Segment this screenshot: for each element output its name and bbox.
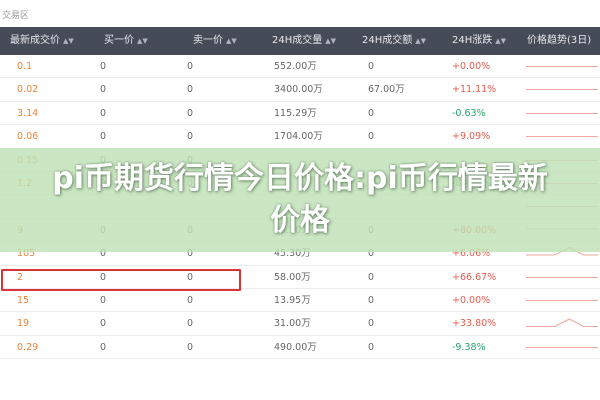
col-label: 价格趋势(3日) bbox=[527, 35, 592, 46]
table-row[interactable]: 0.06 0 0 1704.00万 0 +9.09% bbox=[0, 125, 600, 149]
cell-latest-price: 3.14 bbox=[17, 107, 39, 119]
price-trend-sparkline bbox=[526, 112, 598, 114]
col-label: 24H成交量 bbox=[272, 35, 323, 46]
cell-latest-price: 0.1 bbox=[17, 61, 33, 72]
price-trend-sparkline bbox=[526, 299, 598, 301]
title-banner: pi币期货行情今日价格:pi币行情最新价格 bbox=[0, 148, 600, 252]
cell-ask-price: 0 bbox=[187, 107, 194, 119]
zone-title: 交易区 bbox=[2, 11, 30, 21]
cell-24h-volume: 31.00万 bbox=[274, 318, 311, 330]
col-bid-price[interactable]: 买一价 ▲▼ bbox=[104, 27, 148, 55]
cell-24h-volume: 3400.00万 bbox=[274, 84, 323, 96]
cell-24h-amount: 0 bbox=[368, 61, 375, 72]
table-row[interactable]: 0.02 0 0 3400.00万 67.00万 +11.11% bbox=[0, 78, 600, 102]
cell-24h-volume: 115.29万 bbox=[274, 107, 317, 119]
cell-24h-change: -0.63% bbox=[452, 107, 486, 119]
col-24h-volume[interactable]: 24H成交量 ▲▼ bbox=[272, 27, 336, 55]
cell-latest-price: 15 bbox=[17, 294, 30, 306]
cell-24h-change: +66.67% bbox=[452, 271, 497, 283]
cell-ask-price: 0 bbox=[187, 131, 194, 143]
cell-24h-volume: 1704.00万 bbox=[274, 131, 323, 143]
table-header: 最新成交价 ▲▼ 买一价 ▲▼ 卖一价 ▲▼ 24H成交量 ▲▼ 24H成交额 ▲▼ 24… bbox=[0, 27, 600, 55]
cell-bid-price: 0 bbox=[100, 61, 107, 72]
table-row[interactable]: 3.14 0 0 115.29万 0 -0.63% bbox=[0, 102, 600, 126]
cell-ask-price: 0 bbox=[187, 271, 194, 283]
cell-24h-amount: 0 bbox=[368, 107, 375, 119]
col-price-trend: 价格趋势(3日) bbox=[527, 27, 591, 55]
cell-latest-price: 0.06 bbox=[17, 131, 39, 143]
price-trend-sparkline bbox=[526, 318, 598, 328]
price-trend-sparkline bbox=[526, 276, 598, 278]
cell-24h-amount: 0 bbox=[368, 294, 375, 306]
col-label: 买一价 bbox=[104, 35, 134, 46]
cell-24h-change: -9.38% bbox=[452, 341, 486, 353]
sort-icon: ▲▼ bbox=[415, 37, 427, 45]
price-trend-sparkline bbox=[526, 66, 598, 67]
col-label: 卖一价 bbox=[193, 35, 223, 46]
price-trend-sparkline bbox=[526, 346, 598, 348]
zone-bar: 交易区 bbox=[0, 0, 600, 27]
cell-24h-change: +9.09% bbox=[452, 131, 491, 143]
table-row[interactable]: 0.29 0 0 490.00万 0 -9.38% bbox=[0, 336, 600, 360]
cell-bid-price: 0 bbox=[100, 84, 107, 96]
cell-24h-change: +0.00% bbox=[452, 294, 491, 306]
sparkline-path bbox=[526, 318, 598, 328]
cell-24h-amount: 67.00万 bbox=[368, 84, 405, 96]
cell-ask-price: 0 bbox=[187, 61, 194, 72]
banner-title: pi币期货行情今日价格:pi币行情最新价格 bbox=[52, 161, 548, 238]
sort-icon: ▲▼ bbox=[137, 37, 148, 45]
cell-latest-price: 0.29 bbox=[17, 341, 39, 353]
sort-icon: ▲▼ bbox=[325, 37, 337, 45]
table-row[interactable]: 19 0 0 31.00万 0 +33.80% bbox=[0, 312, 600, 336]
cell-bid-price: 0 bbox=[100, 318, 107, 330]
col-24h-change[interactable]: 24H涨跌 ▲▼ bbox=[452, 27, 506, 55]
col-label: 24H成交额 bbox=[362, 35, 413, 46]
cell-bid-price: 0 bbox=[100, 107, 107, 119]
cell-latest-price: 19 bbox=[17, 318, 30, 330]
sort-icon: ▲▼ bbox=[63, 37, 74, 45]
sort-icon: ▲▼ bbox=[495, 37, 507, 45]
cell-latest-price: 2 bbox=[17, 271, 24, 283]
col-label: 24H涨跌 bbox=[452, 35, 493, 46]
cell-24h-amount: 0 bbox=[368, 131, 375, 143]
cell-24h-volume: 13.95万 bbox=[274, 294, 311, 306]
cell-24h-amount: 0 bbox=[368, 341, 375, 353]
cell-bid-price: 0 bbox=[100, 341, 107, 353]
table-row[interactable]: 0.1 0 0 552.00万 0 +0.00% bbox=[0, 55, 600, 79]
cell-bid-price: 0 bbox=[100, 271, 107, 283]
table-row[interactable]: 2 0 0 58.00万 0 +66.67% bbox=[0, 266, 600, 289]
cell-ask-price: 0 bbox=[187, 84, 194, 96]
col-24h-amount[interactable]: 24H成交额 ▲▼ bbox=[362, 27, 426, 55]
cell-24h-amount: 0 bbox=[368, 318, 375, 330]
cell-bid-price: 0 bbox=[100, 131, 107, 143]
col-ask-price[interactable]: 卖一价 ▲▼ bbox=[193, 27, 237, 55]
price-trend-sparkline bbox=[526, 136, 598, 138]
cell-24h-volume: 490.00万 bbox=[274, 341, 317, 353]
col-label: 最新成交价 bbox=[10, 35, 60, 46]
col-latest-price[interactable]: 最新成交价 ▲▼ bbox=[10, 27, 74, 55]
table-row[interactable]: 15 0 0 13.95万 0 +0.00% bbox=[0, 289, 600, 313]
cell-latest-price: 0.02 bbox=[17, 84, 39, 96]
price-trend-sparkline bbox=[526, 89, 598, 91]
cell-ask-price: 0 bbox=[187, 294, 194, 306]
cell-ask-price: 0 bbox=[187, 318, 194, 330]
cell-24h-change: +33.80% bbox=[452, 318, 497, 330]
cell-24h-volume: 58.00万 bbox=[274, 271, 311, 283]
cell-ask-price: 0 bbox=[187, 341, 194, 353]
cell-24h-change: +11.11% bbox=[452, 84, 497, 96]
cell-24h-volume: 552.00万 bbox=[274, 61, 317, 72]
cell-24h-change: +0.00% bbox=[452, 61, 491, 72]
sort-icon: ▲▼ bbox=[226, 37, 237, 45]
cell-24h-amount: 0 bbox=[368, 271, 375, 283]
cell-bid-price: 0 bbox=[100, 294, 107, 306]
